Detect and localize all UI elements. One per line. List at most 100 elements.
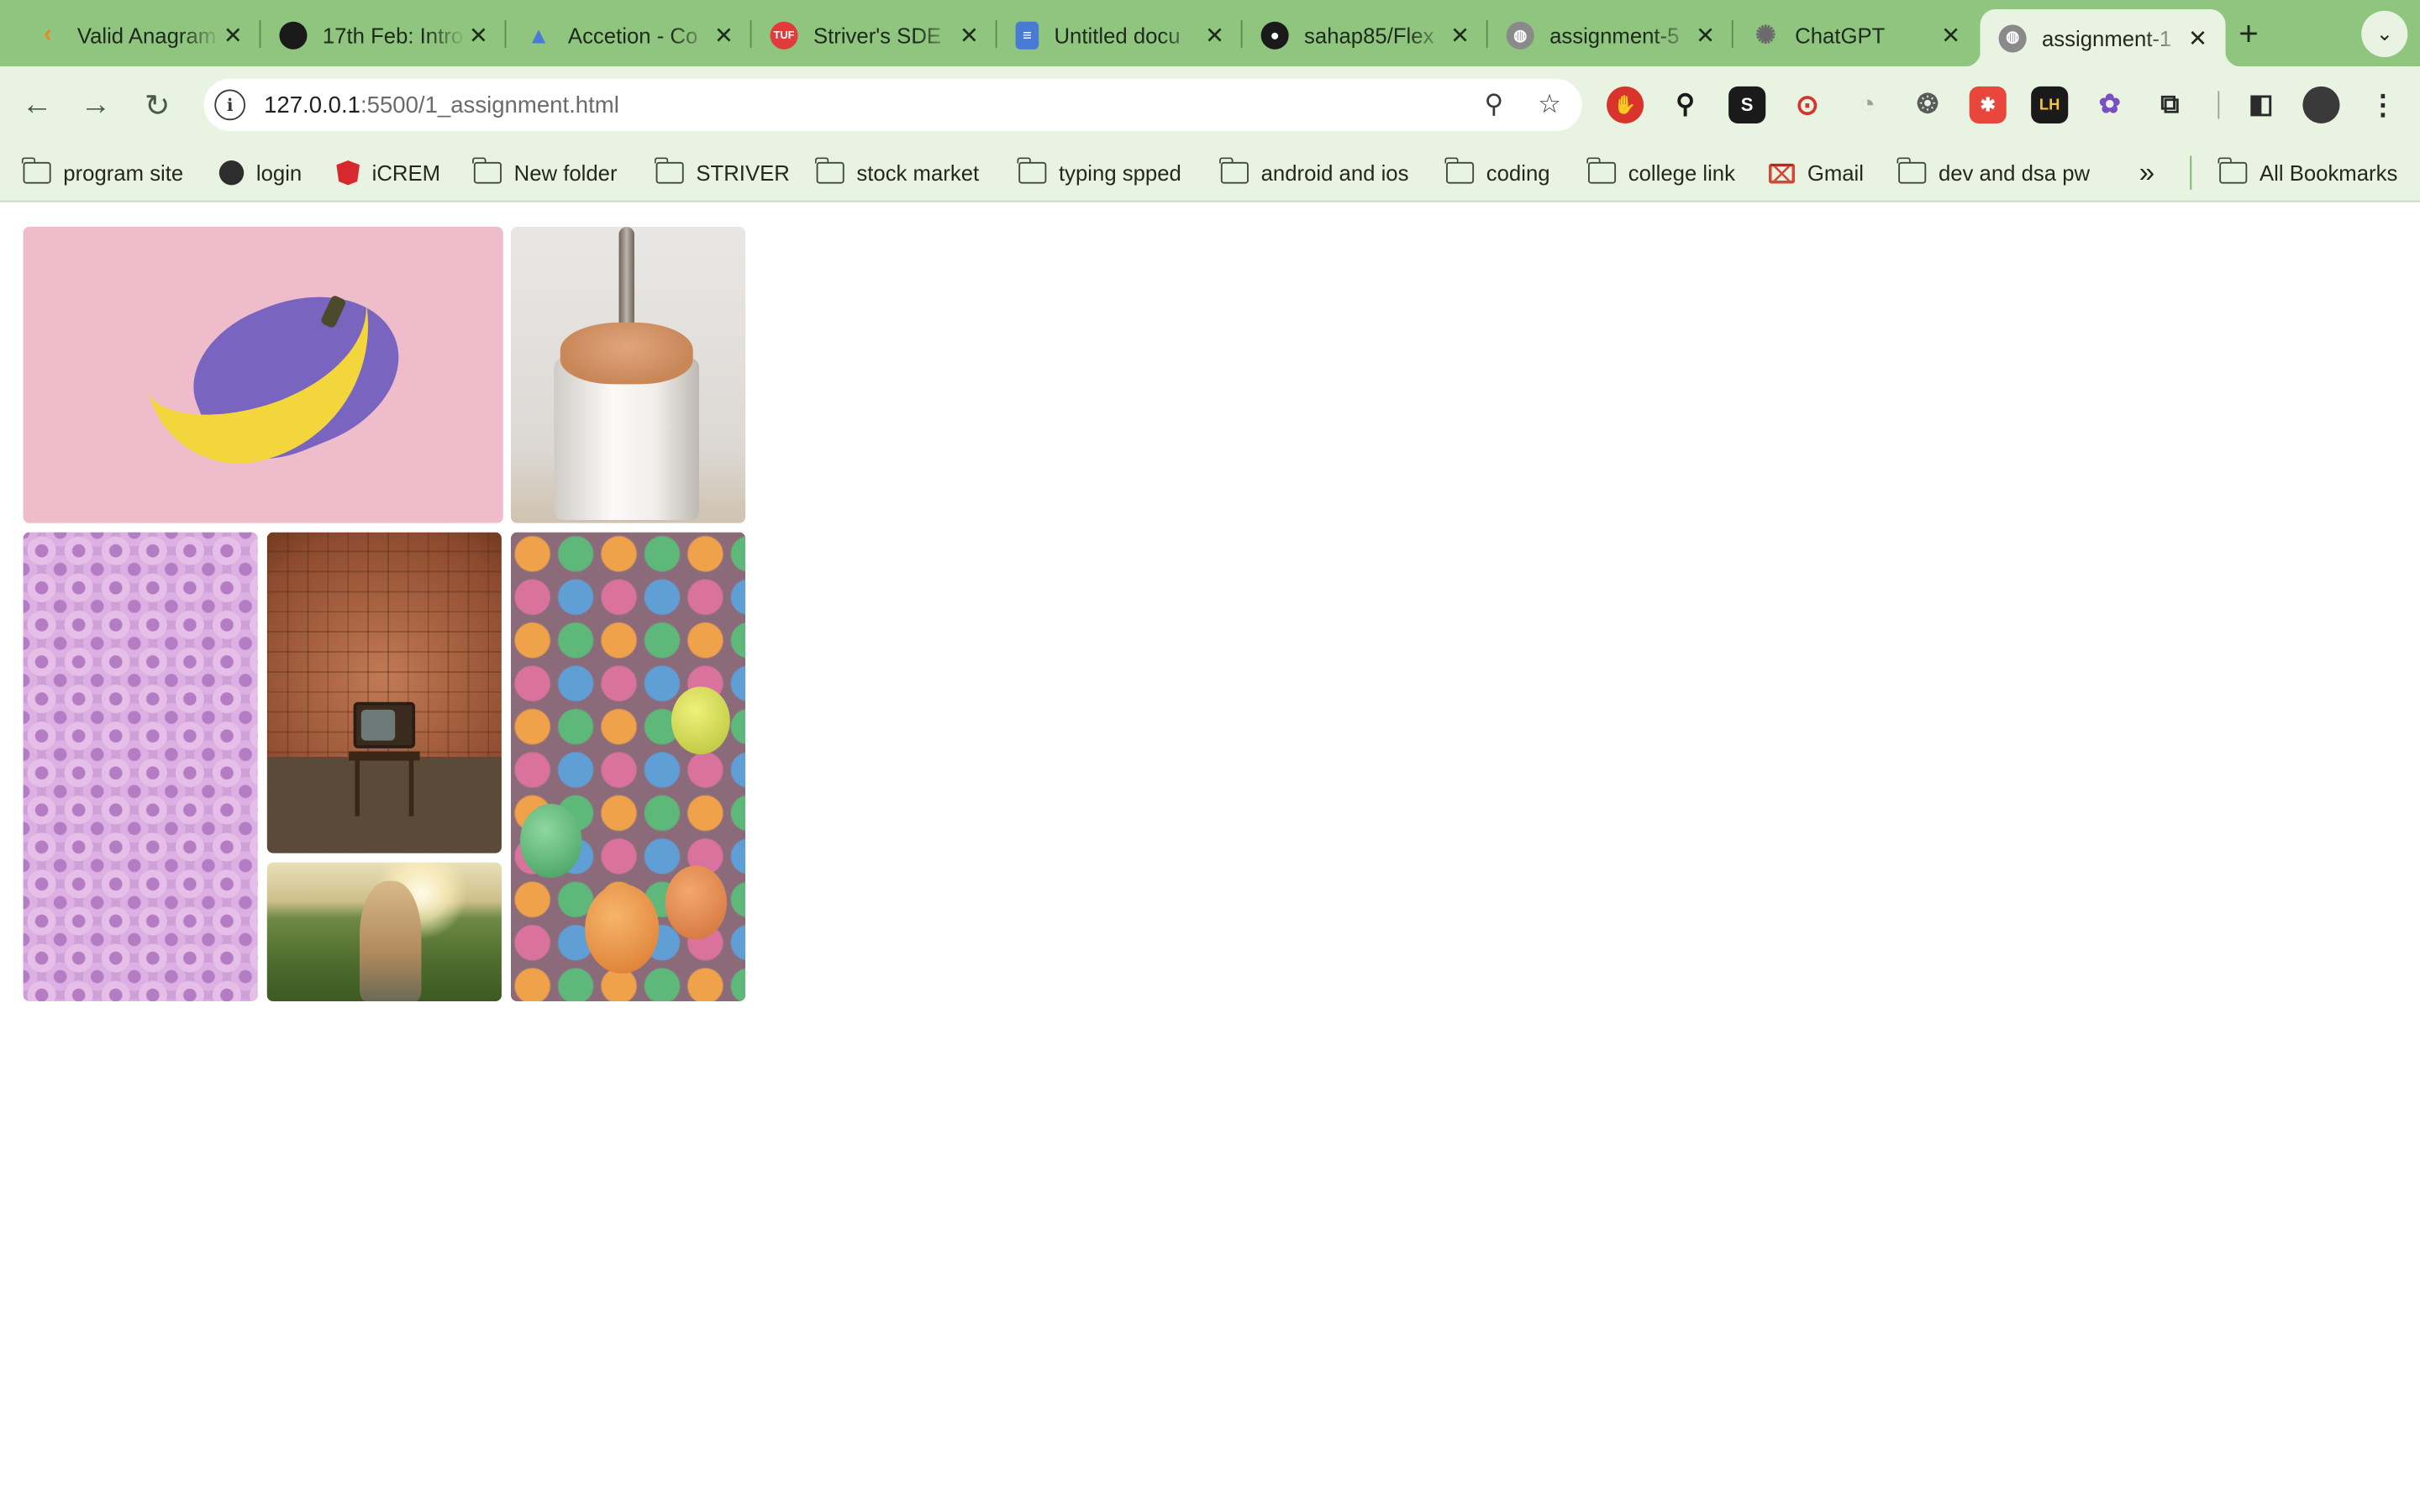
folder-icon [1897, 157, 1927, 184]
brain-extension-icon[interactable]: ✿ [2091, 87, 2128, 123]
browser-toolbar: ← → ↻ i 127.0.0.1:5500/1_assignment.html… [0, 66, 2420, 144]
bookmark-program-site[interactable]: program site [22, 157, 184, 188]
zoom-icon[interactable]: ⚲ [1470, 81, 1517, 128]
bookmark-login[interactable]: login [218, 157, 302, 188]
tab-search-button[interactable]: ⌄ [2361, 10, 2408, 57]
avatar[interactable] [2302, 86, 2340, 123]
tab-title: 17th Feb: Intro [322, 23, 464, 48]
yellow-egg [671, 686, 730, 755]
close-icon[interactable]: ✕ [221, 24, 245, 50]
folder-icon [655, 157, 684, 184]
caramel-jar-image [510, 227, 746, 523]
bookmark-android-and-ios[interactable]: android and ios [1219, 157, 1408, 188]
folder-icon [1586, 157, 1617, 184]
field-girl-image [266, 862, 502, 1002]
tab-title: ChatGPT [1795, 23, 1886, 48]
owl-extension-icon[interactable]: ❂ [1909, 87, 1946, 123]
page-icon [279, 21, 308, 50]
folder-icon [22, 157, 51, 184]
tab-striver-sde[interactable]: TUF Striver's SDE ✕ [751, 9, 997, 61]
toolbar-separator [2217, 91, 2220, 119]
girl-figure [359, 880, 422, 1002]
bookmark-typing-spped[interactable]: typing spped [1018, 157, 1181, 188]
folder-icon [1018, 157, 1047, 184]
chair-seat [349, 751, 420, 761]
orange-egg [665, 865, 728, 940]
retro-tv-image [266, 532, 502, 853]
chair-leg [355, 760, 360, 816]
adblock-extension-icon[interactable]: ✋ [1607, 86, 1644, 123]
chevron-down-icon: ⌄ [2375, 21, 2393, 45]
bookmark-label: dev and dsa pw [1938, 160, 2091, 186]
globe-icon: ◍ [1998, 24, 2027, 52]
url-text[interactable]: 127.0.0.1:5500/1_assignment.html [264, 92, 1470, 118]
address-bar[interactable]: i 127.0.0.1:5500/1_assignment.html ⚲ ☆ [203, 78, 1582, 132]
tab-title: sahap85/Flex [1304, 23, 1434, 48]
bookmark-label: program site [63, 160, 184, 186]
bookmark-star-icon[interactable]: ☆ [1527, 81, 1573, 128]
bookmark-label: stock market [856, 160, 980, 186]
code-icon: ‹ [44, 21, 52, 48]
all-bookmarks-label: All Bookmarks [2259, 160, 2398, 186]
tab-github[interactable]: ● sahap85/Flex ✕ [1243, 9, 1488, 61]
bookmark-striver[interactable]: STRIVER [655, 157, 790, 188]
puzzle-icon[interactable]: ⧉ [2151, 87, 2188, 123]
close-icon[interactable]: ✕ [1939, 24, 1963, 50]
url-path: :5500/1_assignment.html [360, 92, 619, 118]
folder-icon [1444, 157, 1475, 184]
tab-strip: ‹ Valid Anagram ✕ 17th Feb: Intro ✕ ▲ Ac… [0, 0, 2420, 66]
tuf-icon: TUF [770, 21, 798, 50]
bookmark-coding[interactable]: coding [1444, 157, 1550, 188]
close-icon[interactable]: ✕ [1202, 24, 1227, 50]
folder-icon [815, 157, 844, 184]
close-icon[interactable]: ✕ [1693, 24, 1718, 50]
bookmark-new-folder[interactable]: New folder [472, 157, 618, 188]
close-icon[interactable]: ✕ [2186, 25, 2210, 51]
bookmarks-separator [2190, 155, 2192, 190]
search-extension-icon[interactable]: ⚲ [1667, 87, 1704, 123]
reload-button[interactable]: ↻ [136, 83, 179, 126]
tab-title: Striver's SDE [813, 23, 942, 48]
bookmark-icrem[interactable]: iCREM [336, 157, 440, 188]
orange-egg [585, 884, 660, 974]
video-extension-icon[interactable]: ⊙ [1789, 87, 1826, 123]
s-extension-icon[interactable]: S [1728, 86, 1766, 123]
back-button[interactable]: ← [15, 83, 58, 126]
close-icon[interactable]: ✕ [1448, 24, 1472, 50]
close-icon[interactable]: ✕ [466, 24, 491, 50]
bookmark-college-link[interactable]: college link [1586, 157, 1735, 188]
forward-button[interactable]: → [74, 83, 117, 126]
red-extension-icon[interactable]: ✱ [1969, 86, 2007, 123]
tab-assignment-1[interactable]: ◍ assignment-1 ✕ [1965, 9, 2241, 66]
side-panel-icon[interactable]: ◧ [2243, 87, 2280, 123]
bookmark-label: iCREM [371, 160, 441, 186]
bookmarks-overflow-button[interactable]: » [2139, 156, 2154, 188]
folder-icon [472, 157, 502, 184]
gmail-icon [1768, 162, 1796, 183]
timer-extension-icon[interactable]: ◔ [1849, 87, 1886, 123]
kebab-menu-icon[interactable]: ⋮ [2365, 87, 2402, 123]
tv-set [353, 701, 416, 748]
tab-accetion[interactable]: ▲ Accetion - Co ✕ [506, 9, 751, 61]
green-egg [519, 803, 582, 879]
site-info-icon[interactable]: i [214, 89, 246, 121]
tab-title: Untitled docu [1054, 23, 1181, 48]
bookmark-dev-and-dsa-pw[interactable]: dev and dsa pw [1897, 157, 2091, 188]
tab-chatgpt[interactable]: ✺ ChatGPT ✕ [1733, 9, 1979, 61]
tab-untitled-doc[interactable]: ≡ Untitled docu ✕ [997, 9, 1243, 61]
chatgpt-icon: ✺ [1754, 23, 1776, 50]
tab-assignment-5[interactable]: ◍ assignment-5 ✕ [1488, 9, 1733, 61]
tab-17th-feb[interactable]: 17th Feb: Intro ✕ [260, 9, 506, 61]
close-icon[interactable]: ✕ [712, 24, 736, 50]
tab-valid-anagram[interactable]: ‹ Valid Anagram ✕ [15, 9, 260, 61]
angular-icon [336, 160, 360, 186]
bookmark-label: STRIVER [696, 160, 790, 186]
lh-extension-icon[interactable]: LH [2031, 86, 2069, 123]
close-icon[interactable]: ✕ [957, 24, 981, 50]
arrow-left-icon: ← [21, 87, 53, 122]
tab-title: assignment-1 [2042, 25, 2172, 50]
bookmark-gmail[interactable]: Gmail [1768, 157, 1864, 188]
new-tab-button[interactable]: + [2228, 14, 2269, 55]
all-bookmarks-button[interactable]: All Bookmarks [2218, 157, 2398, 188]
bookmark-stock-market[interactable]: stock market [815, 157, 980, 188]
